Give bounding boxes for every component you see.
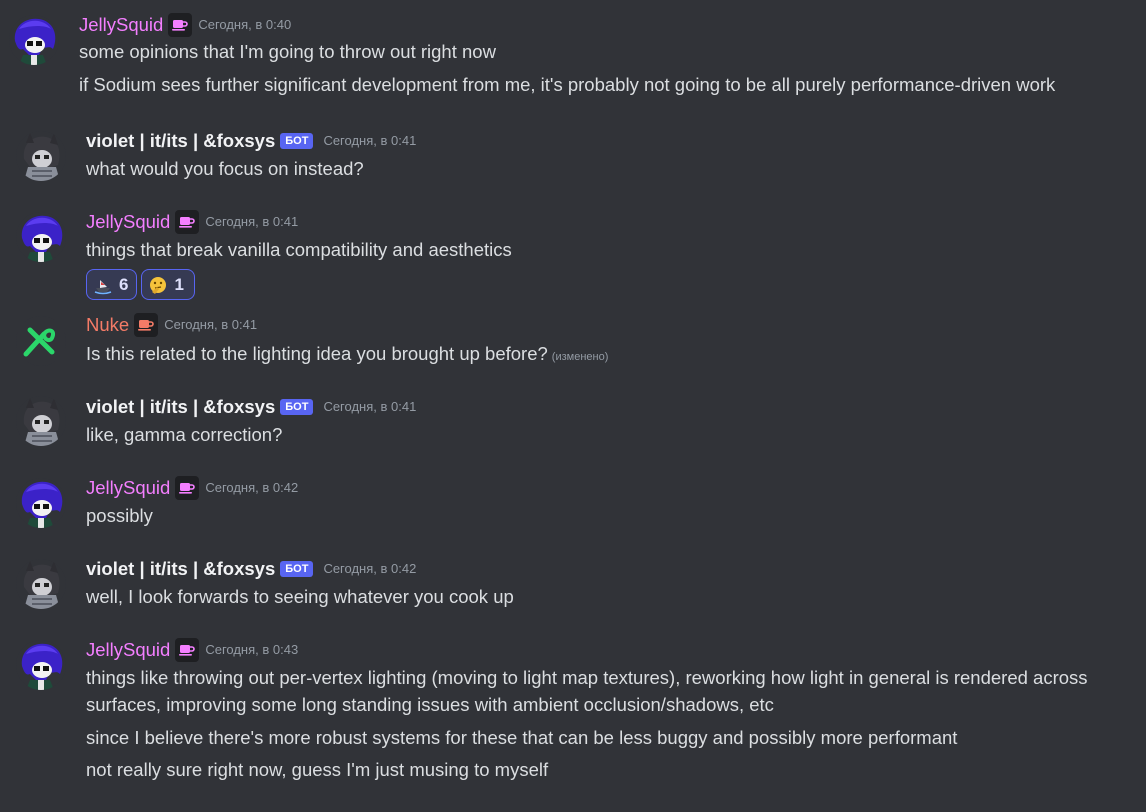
avatar[interactable] bbox=[16, 212, 66, 262]
reaction-button[interactable]: 6 bbox=[86, 269, 138, 300]
username[interactable]: JellySquid bbox=[86, 475, 170, 501]
message-text: well, I look forwards to seeing whatever… bbox=[86, 586, 514, 607]
username[interactable]: violet | it/its | &foxsys bbox=[86, 556, 275, 582]
message-text: some opinions that I'm going to throw ou… bbox=[79, 41, 496, 62]
timestamp[interactable]: Сегодня, в 0:42 bbox=[323, 556, 416, 582]
coffee-cup-icon[interactable] bbox=[175, 210, 200, 234]
reaction-count: 1 bbox=[174, 274, 184, 294]
message-text: surfaces, improving some long standing i… bbox=[86, 694, 774, 715]
message-text: what would you focus on instead? bbox=[86, 158, 364, 179]
timestamp[interactable]: Сегодня, в 0:43 bbox=[205, 637, 298, 663]
bot-tag: БОТ bbox=[280, 133, 314, 149]
edited-label[interactable]: (изменено) bbox=[552, 351, 609, 363]
avatar[interactable] bbox=[16, 640, 66, 690]
coffee-cup-icon[interactable] bbox=[134, 313, 159, 337]
message-text: things that break vanilla compatibility … bbox=[86, 239, 512, 260]
message-text: like, gamma correction? bbox=[86, 424, 283, 445]
reactions: 6 1 bbox=[86, 269, 195, 300]
avatar[interactable] bbox=[16, 396, 66, 446]
ship-emoji-icon bbox=[93, 275, 113, 295]
username[interactable]: violet | it/its | &foxsys bbox=[86, 394, 275, 420]
timestamp[interactable]: Сегодня, в 0:40 bbox=[198, 12, 291, 38]
username[interactable]: Nuke bbox=[86, 312, 129, 338]
bot-tag: БОТ bbox=[280, 399, 314, 415]
timestamp[interactable]: Сегодня, в 0:42 bbox=[205, 475, 298, 501]
message-text: things like throwing out per-vertex ligh… bbox=[86, 667, 1088, 688]
message-text: possibly bbox=[86, 505, 153, 526]
username[interactable]: JellySquid bbox=[86, 209, 170, 235]
coffee-cup-icon[interactable] bbox=[168, 13, 193, 37]
coffee-cup-icon[interactable] bbox=[175, 476, 200, 500]
timestamp[interactable]: Сегодня, в 0:41 bbox=[323, 128, 416, 154]
message-text: not really sure right now, guess I'm jus… bbox=[86, 759, 549, 780]
thinking-face-emoji-icon bbox=[148, 275, 168, 295]
timestamp[interactable]: Сегодня, в 0:41 bbox=[205, 209, 298, 235]
avatar[interactable] bbox=[16, 131, 66, 181]
avatar[interactable] bbox=[16, 559, 66, 609]
chat-message-list: JellySquid Сегодня, в 0:40 some opinions… bbox=[0, 0, 1146, 812]
reaction-count: 6 bbox=[119, 274, 129, 294]
username[interactable]: violet | it/its | &foxsys bbox=[86, 128, 275, 154]
message-text: since I believe there's more robust syst… bbox=[86, 727, 958, 748]
coffee-cup-icon[interactable] bbox=[175, 638, 200, 662]
avatar[interactable] bbox=[16, 478, 66, 528]
reaction-button[interactable]: 1 bbox=[141, 269, 195, 300]
avatar[interactable] bbox=[16, 316, 66, 366]
bot-tag: БОТ bbox=[280, 561, 314, 577]
message-body: Is this related to the lighting idea you… bbox=[86, 343, 548, 364]
message-text: if Sodium sees further significant devel… bbox=[79, 74, 1056, 95]
timestamp[interactable]: Сегодня, в 0:41 bbox=[164, 312, 257, 338]
message-text: Is this related to the lighting idea you… bbox=[86, 340, 608, 371]
username[interactable]: JellySquid bbox=[79, 12, 163, 38]
username[interactable]: JellySquid bbox=[86, 637, 170, 663]
timestamp[interactable]: Сегодня, в 0:41 bbox=[323, 394, 416, 420]
avatar[interactable] bbox=[9, 15, 59, 65]
